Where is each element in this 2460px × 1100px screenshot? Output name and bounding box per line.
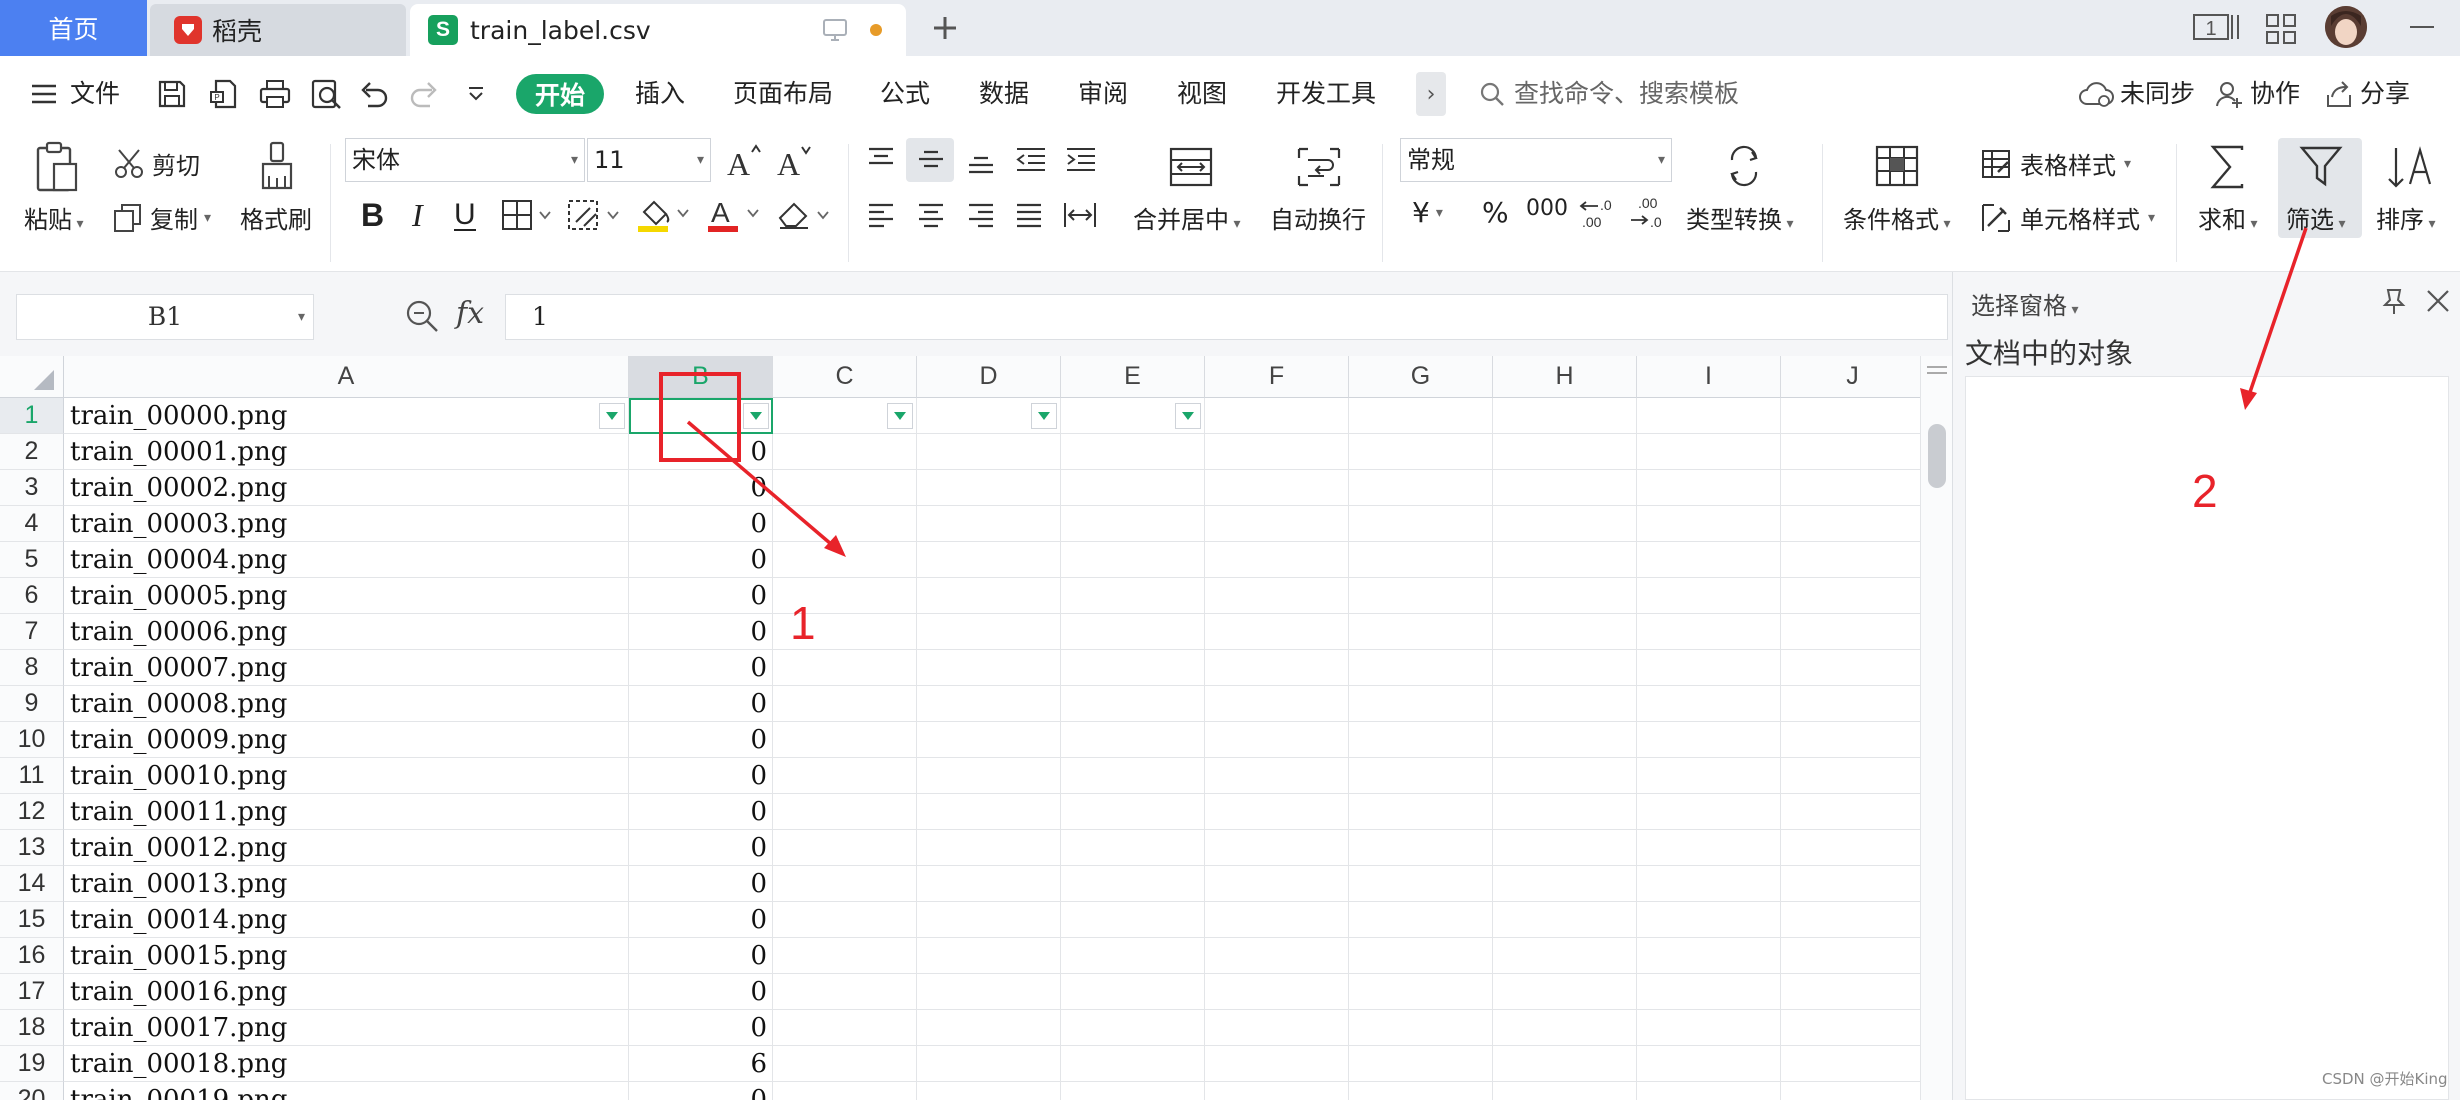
annotation-arrow-2: [2246, 227, 2308, 399]
annotation-arrows: [686, 227, 2308, 557]
annotation-arrow-1: [686, 420, 840, 552]
annotation-arrowhead-2: [2240, 388, 2257, 410]
wps-spreadsheet-window: 首页 稻壳 S train_label.csv 1 文件 P 开始 插入 页面布…: [0, 0, 2460, 1100]
csdn-watermark: CSDN @开始King: [2322, 1070, 2448, 1088]
annotation-arrowhead-1: [824, 535, 846, 557]
annotation-label-2: 2: [2192, 465, 2218, 517]
annotation-label-1: 1: [790, 597, 816, 649]
